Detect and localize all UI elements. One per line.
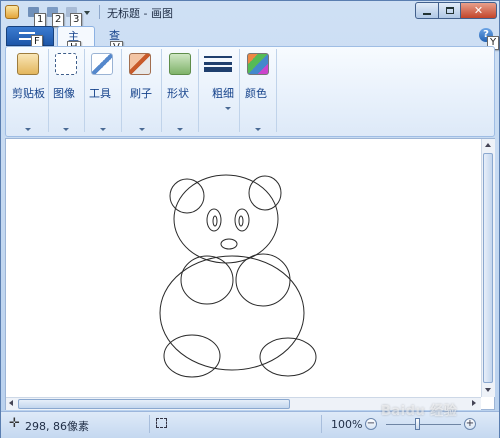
zoom-in-button[interactable]: + [464,418,476,430]
scroll-left-arrow-icon[interactable] [9,400,13,406]
chevron-down-icon [255,128,261,131]
group-line-width-label: 粗细 [212,87,234,100]
cursor-position: 298, 86像素 [25,420,89,433]
paint-app-icon[interactable] [5,5,19,19]
maximize-button[interactable] [438,2,461,19]
scroll-up-arrow-icon[interactable] [485,143,491,147]
zoom-level: 100% [331,418,363,431]
status-divider [149,415,150,433]
line-width-mid-bar [204,62,232,65]
scroll-down-arrow-icon[interactable] [485,388,491,392]
cursor-position-icon: ✛ [9,416,20,431]
window-title: 无标题 - 画图 [107,7,173,20]
drawing-canvas[interactable] [5,138,495,410]
ribbon-home: 剪贴板 图像 工具 刷子 形状 粗细 颜色 [5,46,495,137]
group-shapes-label: 形状 [167,87,189,100]
paint-window: 1 2 3 无标题 - 画图 ✕ F 主页 H 查看 V ? Y 剪贴板 图像 [0,0,500,438]
zoom-slider-thumb[interactable] [415,418,420,430]
vertical-scroll-thumb[interactable] [483,153,493,383]
chevron-down-icon [25,128,31,131]
selection-size-icon [156,418,167,428]
panda-nose [220,238,238,250]
chevron-down-icon [100,128,106,131]
line-width-icon [204,56,232,72]
scroll-right-arrow-icon[interactable] [472,400,476,406]
minimize-icon [423,12,431,15]
tools-icon [91,53,113,75]
right-ear [248,175,282,211]
chevron-down-icon [225,107,231,110]
right-eye [234,208,250,232]
panda-drawing [159,174,317,378]
horizontal-scroll-thumb[interactable] [18,399,290,409]
ribbon-tabs: F 主页 H 查看 V ? Y [1,23,500,62]
chevron-down-icon [84,11,90,15]
status-divider [321,415,322,433]
group-tools[interactable]: 工具 [85,49,122,132]
group-tools-label: 工具 [89,87,111,100]
group-image[interactable]: 图像 [49,49,85,132]
colors-icon [247,53,269,75]
close-button[interactable]: ✕ [460,2,497,19]
chevron-down-icon [177,128,183,131]
close-icon: ✕ [473,4,484,17]
left-foot [163,334,221,378]
group-brushes[interactable]: 刷子 [122,49,162,132]
group-clipboard[interactable]: 剪贴板 [8,49,49,132]
left-pupil [212,215,218,227]
file-menu-button[interactable] [6,26,54,46]
group-brushes-label: 刷子 [130,87,152,100]
title-separator [99,5,100,19]
group-colors[interactable]: 颜色 [240,49,277,132]
group-shapes[interactable]: 形状 [162,49,199,132]
chevron-down-icon [63,128,69,131]
panda-head [173,174,279,264]
baidu-watermark: Baidu 经验 [381,404,458,419]
zoom-out-button[interactable]: − [365,418,377,430]
title-bar: 1 2 3 无标题 - 画图 ✕ [1,1,499,27]
group-image-label: 图像 [53,87,75,100]
customize-qat-button[interactable] [82,4,92,20]
minimize-button[interactable] [415,2,439,19]
shapes-icon [169,53,191,75]
brush-icon [129,53,151,75]
group-clipboard-label: 剪贴板 [12,87,45,100]
chevron-down-icon [139,128,145,131]
image-select-icon [55,53,77,75]
group-colors-label: 颜色 [245,87,267,100]
clipboard-icon [17,53,39,75]
maximize-icon [445,7,454,14]
group-line-width[interactable]: 粗细 [199,49,240,132]
vertical-scrollbar[interactable] [481,139,495,397]
zoom-slider-track[interactable] [386,424,461,425]
right-pupil [238,215,244,227]
right-foot [259,337,317,377]
left-arm [180,255,234,305]
left-eye [206,208,222,232]
